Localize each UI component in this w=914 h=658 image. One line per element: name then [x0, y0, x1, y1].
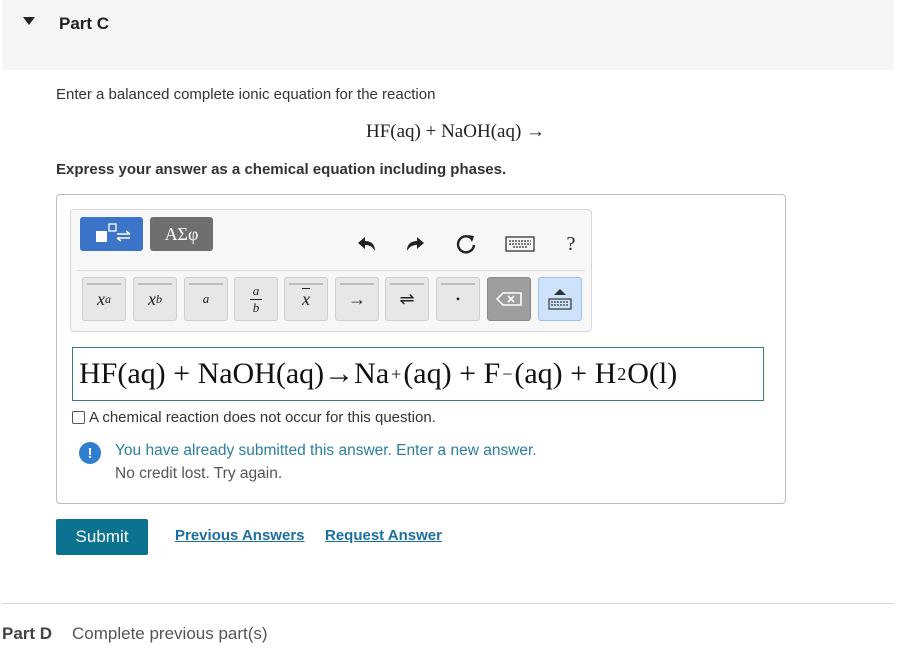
- redo-icon[interactable]: [404, 232, 428, 256]
- request-answer-link[interactable]: Request Answer: [325, 527, 442, 544]
- delete-key[interactable]: [487, 277, 531, 321]
- superscript-key[interactable]: xa: [82, 277, 126, 321]
- virtual-keyboard-key[interactable]: [538, 277, 582, 321]
- keyboard-icon: [548, 297, 572, 310]
- reaction-arrow-key[interactable]: →: [335, 277, 379, 321]
- part-title: Part C: [59, 14, 110, 33]
- overbar-key[interactable]: x: [284, 277, 328, 321]
- next-part-status: Complete previous part(s): [72, 624, 268, 643]
- no-reaction-checkbox[interactable]: [72, 411, 85, 424]
- reset-icon[interactable]: [454, 232, 478, 256]
- collapse-triangle-icon[interactable]: [23, 17, 35, 25]
- undo-icon[interactable]: [354, 232, 378, 256]
- template-mode-button[interactable]: [80, 217, 143, 251]
- greek-symbols-button[interactable]: ΑΣφ: [150, 217, 213, 251]
- caret-up-icon: [554, 288, 566, 295]
- no-reaction-option[interactable]: A chemical reaction does not occur for t…: [72, 409, 436, 426]
- submit-button[interactable]: Submit: [56, 519, 148, 555]
- equilibrium-arrow-key[interactable]: ⇌: [385, 277, 429, 321]
- part-divider: [2, 603, 894, 604]
- toolbar-separator: [77, 270, 585, 271]
- template-icon: [95, 223, 130, 242]
- answer-instruction: Express your answer as a chemical equati…: [56, 161, 507, 178]
- alert-message: You have already submitted this answer. …: [115, 442, 537, 459]
- alert-icon: !: [79, 442, 101, 464]
- fraction-key[interactable]: a b: [234, 277, 278, 321]
- dot-key[interactable]: •: [436, 277, 480, 321]
- no-reaction-label: A chemical reaction does not occur for t…: [89, 409, 436, 426]
- alert-submessage: No credit lost. Try again.: [115, 465, 283, 482]
- help-icon[interactable]: ?: [559, 232, 583, 256]
- previous-answers-link[interactable]: Previous Answers: [175, 527, 305, 544]
- vector-key[interactable]: a: [184, 277, 228, 321]
- subscript-key[interactable]: xb: [133, 277, 177, 321]
- question-prompt: Enter a balanced complete ionic equation…: [56, 86, 436, 103]
- part-c-header[interactable]: Part C: [2, 0, 894, 70]
- toolbar-top-row: ΑΣφ ?: [71, 210, 591, 270]
- backspace-icon: [496, 292, 522, 306]
- reaction-equation: HF(aq) + NaOH(aq) →: [366, 121, 546, 142]
- keyboard-shortcuts-icon[interactable]: [504, 232, 536, 256]
- next-part-label: Part D: [2, 624, 53, 643]
- equation-input[interactable]: HF(aq) + NaOH(aq)→Na + (aq) + F − (aq) + H2O…: [72, 347, 764, 401]
